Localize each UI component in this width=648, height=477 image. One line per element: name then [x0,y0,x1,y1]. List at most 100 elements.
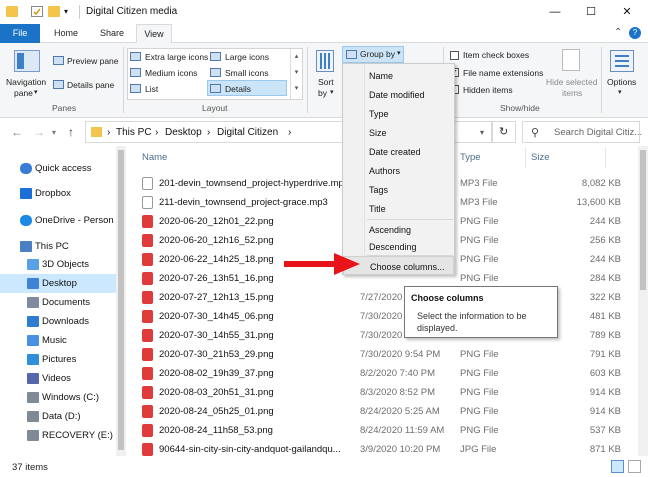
breadcrumb-separator[interactable]: › [288,127,291,138]
breadcrumb-digital-citizen[interactable]: Digital Citizen [217,127,278,138]
expand-ribbon-icon[interactable]: ⌃ [614,27,622,38]
file-list-scrollbar[interactable] [638,146,648,456]
large-icons-view-icon[interactable] [628,460,641,473]
nav-item-quick-access[interactable]: Quick access [0,159,126,178]
tab-share[interactable]: Share [90,24,134,43]
group-by-label[interactable]: Group by [360,49,395,59]
nav-item-dropbox[interactable]: Dropbox [0,184,126,203]
column-header-name[interactable]: Name [142,152,167,163]
back-arrow-icon[interactable]: ← [11,125,23,139]
menu-item-tags[interactable]: Tags [343,180,454,199]
chevron-down-icon[interactable]: ▾ [330,88,334,96]
refresh-button[interactable]: ↻ [492,121,516,143]
tab-view[interactable]: View [136,24,172,43]
list-option[interactable]: List [145,84,158,94]
nav-item-music[interactable]: Music [0,331,126,350]
column-header-size[interactable]: Size [531,152,549,163]
options-button[interactable]: Options [607,77,636,87]
menu-item-title[interactable]: Title [343,199,454,218]
nav-item-windows-c[interactable]: Windows (C:) [0,388,126,407]
small-icons-option[interactable]: Small icons [225,68,268,78]
nav-item-pictures[interactable]: Pictures [0,350,126,369]
menu-item-date-modified[interactable]: Date modified [343,85,454,104]
sort-by-button-line2[interactable]: by [318,88,327,98]
chevron-down-icon[interactable]: ▾ [618,88,622,96]
close-button[interactable]: ✕ [610,2,644,22]
file-row[interactable]: 90644-sin-city-sin-city-andquot-gailandq… [129,440,638,456]
recent-locations-icon[interactable]: ▾ [52,128,56,137]
hidden-items-label[interactable]: Hidden items [463,85,513,95]
file-row[interactable]: 2020-08-03_20h51_31.png 8/3/2020 8:52 PM P… [129,383,638,402]
ribbon-tabs: File Home Share View ⌃ ? [0,24,648,43]
nav-item-videos[interactable]: Videos [0,369,126,388]
scrollbar-thumb[interactable] [118,150,124,450]
menu-item-size[interactable]: Size [343,123,454,142]
extra-large-icons-option[interactable]: Extra large icons [145,52,208,62]
file-name: 2020-08-24_05h25_01.png [159,406,274,417]
minimize-button[interactable]: — [538,2,572,22]
file-row[interactable]: 2020-08-02_19h39_37.png 8/2/2020 7:40 PM P… [129,364,638,383]
breadcrumb-separator[interactable]: › [207,127,210,138]
item-check-boxes-checkbox[interactable] [450,51,459,60]
properties-icon[interactable] [31,6,43,17]
chevron-down-icon[interactable]: ▾ [34,88,38,96]
navigation-pane-button[interactable]: Navigation [6,77,46,87]
sort-by-icon[interactable] [316,50,334,72]
file-name-extensions-label[interactable]: File name extensions [463,68,543,78]
nav-item-this-pc[interactable]: This PC [0,237,126,256]
up-arrow-icon[interactable]: ↑ [68,125,74,139]
cube-icon [27,259,39,270]
file-row[interactable]: 2020-08-24_05h25_01.png 8/24/2020 5:25 AM… [129,402,638,421]
breadcrumb-separator[interactable]: › [155,127,158,138]
nav-item-recovery-e[interactable]: RECOVERY (E:) [0,426,126,445]
chevron-down-icon[interactable]: ▾ [397,49,401,57]
file-row[interactable]: 2020-07-30_14h45_06.png 7/30/2020 2:47 PM… [129,307,638,326]
file-row[interactable]: 2020-07-30_14h55_31.png 7/30/2020 2:56 PM… [129,326,638,345]
nav-item-onedrive-person[interactable]: OneDrive - Person [0,211,126,230]
search-box[interactable]: ⚲ Search Digital Citiz... [522,121,642,143]
status-bar: 37 items [0,457,648,477]
details-view-icon[interactable] [611,460,624,473]
new-folder-icon[interactable] [48,6,60,17]
file-type: PNG File [460,216,499,227]
file-row[interactable]: 2020-07-27_12h13_15.png 7/27/2020 12:17 P… [129,288,638,307]
breadcrumb-desktop[interactable]: Desktop [165,127,202,138]
menu-item-authors[interactable]: Authors [343,161,454,180]
file-type: PNG File [460,273,499,284]
forward-arrow-icon[interactable]: → [33,125,45,139]
tab-home[interactable]: Home [44,24,88,43]
options-icon[interactable] [610,50,634,72]
nav-item-documents[interactable]: Documents [0,293,126,312]
preview-pane-button[interactable]: Preview pane [67,56,119,66]
chevron-down-icon[interactable]: ▾ [64,6,76,17]
medium-icons-option[interactable]: Medium icons [145,68,197,78]
nav-item-data-d[interactable]: Data (D:) [0,407,126,426]
details-option[interactable]: Details [225,84,251,94]
menu-item-label: Ascending [369,225,412,235]
image-file-icon [142,253,153,266]
breadcrumb-this-pc[interactable]: This PC [116,127,152,138]
chevron-down-icon[interactable]: ▾ [480,128,484,137]
item-check-boxes-label[interactable]: Item check boxes [463,50,529,60]
nav-item-desktop[interactable]: Desktop [0,274,126,293]
nav-item-downloads[interactable]: Downloads [0,312,126,331]
maximize-button[interactable]: ☐ [574,2,608,22]
navigation-pane-button-line2[interactable]: pane [14,88,33,98]
menu-item-name[interactable]: Name [343,66,454,85]
breadcrumb-separator[interactable]: › [107,127,110,138]
sort-by-button[interactable]: Sort [318,77,334,87]
menu-item-type[interactable]: Type [343,104,454,123]
menu-item-date-created[interactable]: Date created [343,142,454,161]
scrollbar-thumb[interactable] [640,150,646,290]
tab-file[interactable]: File [0,24,40,43]
help-icon[interactable]: ? [629,27,641,39]
file-row[interactable]: 2020-07-30_21h53_29.png 7/30/2020 9:54 PM… [129,345,638,364]
large-icons-option[interactable]: Large icons [225,52,269,62]
gallery-scroll[interactable]: ▴ ▾ ▾ [290,49,302,99]
column-header-type[interactable]: Type [460,152,481,163]
nav-item-3d-objects[interactable]: 3D Objects [0,255,126,274]
navigation-pane-icon[interactable] [14,50,40,72]
file-row[interactable]: 2020-08-24_11h58_53.png 8/24/2020 11:59 A… [129,421,638,440]
nav-pane-scrollbar[interactable] [116,146,126,456]
details-pane-button[interactable]: Details pane [67,80,114,90]
